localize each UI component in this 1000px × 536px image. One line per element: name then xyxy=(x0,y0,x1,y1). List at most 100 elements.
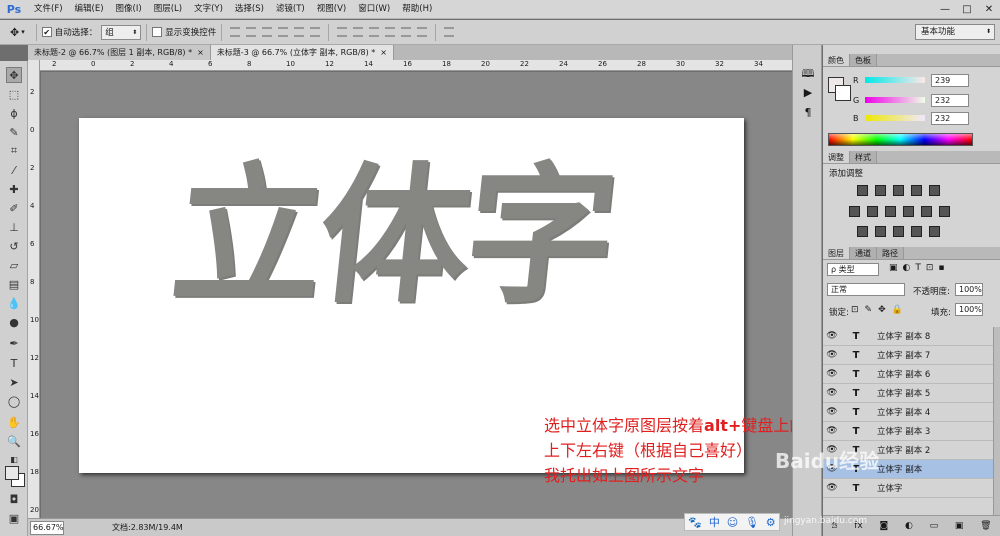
layers-scrollbar[interactable] xyxy=(993,327,1000,515)
maximize-button[interactable]: □ xyxy=(956,0,978,19)
actions-icon[interactable]: ▶ xyxy=(801,85,815,99)
vibrance-icon[interactable] xyxy=(929,185,940,196)
healing-brush-tool-icon[interactable]: ✚ xyxy=(6,181,22,197)
tab-swatches[interactable]: 色板 xyxy=(850,54,877,66)
distribute-top-icon[interactable] xyxy=(337,27,348,37)
zoom-tool-icon[interactable]: 🔍 xyxy=(6,433,22,449)
marquee-tool-icon[interactable]: ⬚ xyxy=(6,86,22,102)
menu-window[interactable]: 窗口(W) xyxy=(352,0,396,19)
distribute-left-icon[interactable] xyxy=(385,27,396,37)
selective-color-icon[interactable] xyxy=(929,226,940,237)
curves-icon[interactable] xyxy=(893,185,904,196)
color-balance-icon[interactable] xyxy=(867,206,878,217)
screen-mode-icon[interactable]: ▣ xyxy=(6,510,22,526)
gear-icon[interactable]: ⚙ xyxy=(766,516,776,529)
workspace-dropdown[interactable]: 基本功能 ⬍ xyxy=(915,24,995,40)
layer-row[interactable]: 👁 T 立体字 副本 7 xyxy=(823,346,993,365)
layer-row[interactable]: 👁 T 立体字 副本 4 xyxy=(823,403,993,422)
color-spectrum-bar[interactable] xyxy=(828,133,973,146)
tab-channels[interactable]: 通道 xyxy=(850,247,877,259)
invert-icon[interactable] xyxy=(857,226,868,237)
layer-row[interactable]: 👁 T 立体字 副本 8 xyxy=(823,327,993,346)
photo-filter-icon[interactable] xyxy=(903,206,914,217)
microphone-icon[interactable]: 🎙 xyxy=(745,516,759,529)
type-tool-icon[interactable]: T xyxy=(6,355,22,371)
close-icon[interactable]: × xyxy=(380,45,387,60)
ellipse-tool-icon[interactable]: ◯ xyxy=(6,393,22,409)
opacity-field[interactable]: 100% xyxy=(955,283,983,296)
red-slider[interactable] xyxy=(865,77,925,83)
gradient-tool-icon[interactable]: ▤ xyxy=(6,276,22,292)
history-icon[interactable]: 🕮 xyxy=(801,67,815,81)
blue-value[interactable]: 232 xyxy=(931,111,969,125)
blend-mode-dropdown[interactable]: 正常 xyxy=(827,283,905,296)
layer-row[interactable]: 👁 T 立体字 副本 3 xyxy=(823,422,993,441)
zoom-level-field[interactable]: 66.67% xyxy=(30,520,64,535)
trash-icon[interactable]: 🗑 xyxy=(980,521,991,531)
menu-edit[interactable]: 编辑(E) xyxy=(69,0,110,19)
levels-icon[interactable] xyxy=(875,185,886,196)
show-transform-checkbox[interactable] xyxy=(152,27,163,37)
ime-chinese-button[interactable]: 中 xyxy=(709,514,720,530)
brush-tool-icon[interactable]: ✐ xyxy=(6,200,22,216)
history-brush-tool-icon[interactable]: ↺ xyxy=(6,238,22,254)
default-colors-icon[interactable]: ◧ xyxy=(6,451,22,467)
new-group-icon[interactable]: ▭ xyxy=(930,521,939,531)
close-button[interactable]: ✕ xyxy=(978,0,1000,19)
eye-icon[interactable]: 👁 xyxy=(823,426,841,436)
path-selection-tool-icon[interactable]: ➤ xyxy=(6,374,22,390)
auto-align-icon[interactable] xyxy=(444,27,455,37)
blur-tool-icon[interactable]: 💧 xyxy=(6,295,22,311)
close-icon[interactable]: × xyxy=(197,45,204,60)
auto-select-dropdown[interactable]: 组 ⬍ xyxy=(101,24,142,40)
layer-row[interactable]: 👁 T 立体字 副本 6 xyxy=(823,365,993,384)
tab-layers[interactable]: 图层 xyxy=(823,247,850,259)
distribute-hcenter-icon[interactable] xyxy=(401,27,412,37)
threshold-icon[interactable] xyxy=(893,226,904,237)
eye-icon[interactable]: 👁 xyxy=(823,369,841,379)
gradient-map-icon[interactable] xyxy=(911,226,922,237)
eye-icon[interactable]: 👁 xyxy=(823,407,841,417)
layer-filter-dropdown[interactable]: ρ 类型 xyxy=(827,263,879,276)
fill-field[interactable]: 100% xyxy=(955,303,983,316)
menu-image[interactable]: 图像(I) xyxy=(110,0,148,19)
align-bottom-icon[interactable] xyxy=(262,27,273,37)
quick-mask-icon[interactable]: ◘ xyxy=(6,491,22,507)
red-value[interactable]: 239 xyxy=(931,73,969,87)
tab-paths[interactable]: 路径 xyxy=(877,247,904,259)
layer-row[interactable]: 👁 T 立体字 xyxy=(823,479,993,498)
align-vcenter-icon[interactable] xyxy=(246,27,257,37)
align-hcenter-icon[interactable] xyxy=(294,27,305,37)
channel-mixer-icon[interactable] xyxy=(921,206,932,217)
eye-icon[interactable]: 👁 xyxy=(823,388,841,398)
green-slider[interactable] xyxy=(865,97,925,103)
tab-doc-2[interactable]: 未标题-2 @ 66.7% (图层 1 副本, RGB/8) * × xyxy=(28,45,211,60)
smile-icon[interactable]: ☺ xyxy=(727,516,738,529)
brightness-icon[interactable] xyxy=(857,185,868,196)
new-layer-icon[interactable]: ▣ xyxy=(955,521,964,531)
blue-slider[interactable] xyxy=(865,115,925,121)
align-left-icon[interactable] xyxy=(278,27,289,37)
move-tool-preset-icon[interactable]: ✥ xyxy=(10,26,19,39)
distribute-bottom-icon[interactable] xyxy=(369,27,380,37)
menu-filter[interactable]: 滤镜(T) xyxy=(270,0,311,19)
chevron-down-icon[interactable]: ▾ xyxy=(21,28,25,36)
tab-styles[interactable]: 样式 xyxy=(850,151,877,163)
paw-icon[interactable]: 🐾 xyxy=(688,516,702,529)
eyedropper-tool-icon[interactable]: ⁄ xyxy=(6,162,22,178)
exposure-icon[interactable] xyxy=(911,185,922,196)
dodge-tool-icon[interactable]: ● xyxy=(6,314,22,330)
auto-select-checkbox[interactable]: ✔ xyxy=(41,27,52,37)
green-value[interactable]: 232 xyxy=(931,93,969,107)
quick-select-tool-icon[interactable]: ✎ xyxy=(6,124,22,140)
tab-adjustments[interactable]: 调整 xyxy=(823,151,850,163)
eye-icon[interactable]: 👁 xyxy=(823,483,841,493)
adjustment-layer-icon[interactable]: ◐ xyxy=(905,521,913,531)
bg-color-preview[interactable] xyxy=(835,85,851,101)
posterize-icon[interactable] xyxy=(875,226,886,237)
foreground-color-swatch[interactable] xyxy=(5,466,19,480)
move-tool-icon[interactable]: ✥ xyxy=(6,67,22,83)
layer-row[interactable]: 👁 T 立体字 副本 5 xyxy=(823,384,993,403)
crop-tool-icon[interactable]: ⌗ xyxy=(6,143,22,159)
eraser-tool-icon[interactable]: ▱ xyxy=(6,257,22,273)
